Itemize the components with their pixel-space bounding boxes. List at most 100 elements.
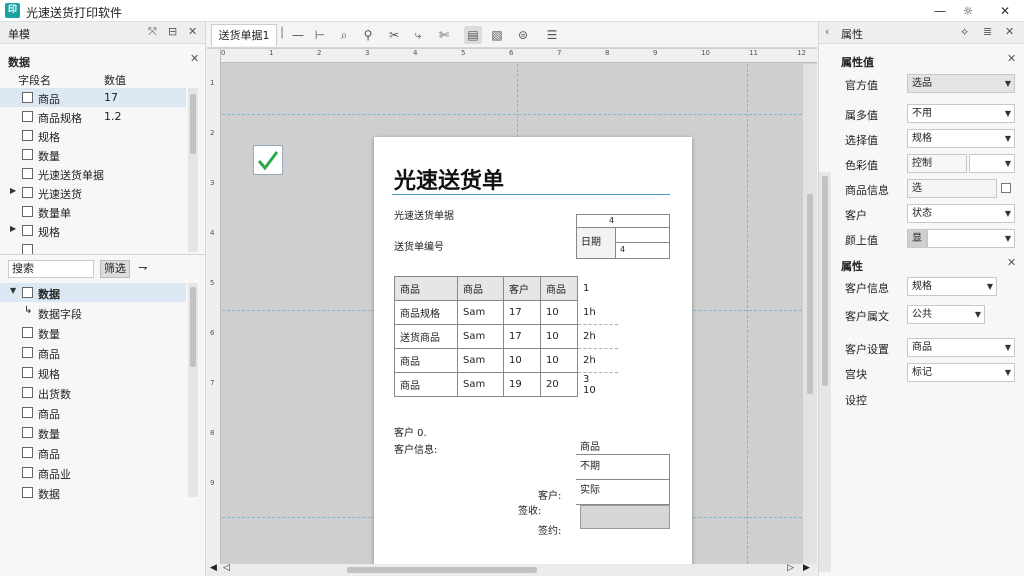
table-header-cell[interactable]: 1 <box>577 276 618 301</box>
layout-icon[interactable]: ▤ <box>464 26 482 44</box>
zoom-icon[interactable]: ⌕ <box>335 26 353 44</box>
scroll-right-icon[interactable]: ▶ <box>803 563 810 573</box>
checkbox[interactable] <box>22 347 33 358</box>
close-section-icon[interactable]: ✕ <box>1007 256 1016 269</box>
menu-icon[interactable]: ≣ <box>983 25 992 38</box>
pen-icon[interactable]: ⤷ <box>409 26 427 44</box>
delivery-number-label[interactable]: 送货单编号 <box>394 238 444 253</box>
checkbox[interactable] <box>22 225 33 236</box>
table-cell[interactable]: 商品规格 <box>394 300 458 325</box>
document-subtitle[interactable]: 光速送货单据 <box>394 207 454 222</box>
checkbox[interactable] <box>22 130 33 141</box>
table-cell[interactable]: Sam <box>457 348 504 373</box>
table-cell[interactable]: 17 <box>503 324 541 349</box>
properties-scrollbar[interactable] <box>819 172 831 572</box>
table-row[interactable]: 商品 Sam 10 10 2h <box>394 348 618 373</box>
tree-row[interactable]: 数据 <box>0 483 186 502</box>
pin-icon[interactable]: ⤧ <box>148 25 157 39</box>
tree-row[interactable]: 商品业 <box>0 463 186 482</box>
filter-button[interactable]: 筛选 <box>100 260 130 278</box>
sign-label[interactable]: 签收: <box>518 502 541 517</box>
customer-info-label[interactable]: 客户信息: <box>394 441 437 456</box>
property-dropdown[interactable]: 选品 ▼ <box>907 74 1015 93</box>
table-cell[interactable]: 商品 <box>394 372 458 397</box>
tree-row[interactable]: 商品 <box>0 443 186 462</box>
property-color[interactable]: 控制 <box>907 154 967 173</box>
pin-icon[interactable]: ⟡ <box>961 25 968 39</box>
search-input[interactable]: 搜索 <box>8 260 94 278</box>
right-box-row[interactable]: 实际 <box>576 479 670 505</box>
property-color[interactable]: 显 <box>907 229 927 248</box>
table-header-cell[interactable]: 客户 <box>503 276 541 301</box>
minimize-button[interactable]: — <box>925 2 955 20</box>
table-cell[interactable]: 10 <box>540 348 578 373</box>
property-input[interactable]: 选 <box>907 179 997 198</box>
checkbox[interactable] <box>22 467 33 478</box>
signature-box[interactable] <box>580 505 670 529</box>
tree-row[interactable]: 商品 <box>0 343 186 362</box>
data-row[interactable]: ▶ 光速送货 <box>0 183 186 202</box>
checkbox[interactable] <box>22 327 33 338</box>
table-header-cell[interactable]: 商品 <box>540 276 578 301</box>
table-header-cell[interactable]: 商品 <box>457 276 504 301</box>
collapse-arrow-icon[interactable]: ▼ <box>10 286 16 295</box>
close-panel-icon[interactable]: ✕ <box>188 25 197 38</box>
list-icon[interactable]: ☰ <box>543 26 561 44</box>
document-title[interactable]: 光速送货单 <box>394 163 504 195</box>
checkbox[interactable] <box>22 487 33 498</box>
data-scrollbar[interactable] <box>188 88 198 252</box>
table-header-cell[interactable]: 商品 <box>394 276 458 301</box>
tab-document[interactable]: 送货单据1 <box>211 24 277 46</box>
line-v-icon[interactable]: ⊢ <box>311 26 329 44</box>
property-dropdown[interactable]: 不用 ▼ <box>907 104 1015 123</box>
right-box-title[interactable]: 商品 <box>580 438 600 453</box>
close-panel-icon[interactable]: ✕ <box>1005 25 1014 38</box>
customer-label[interactable]: 客户 0. <box>394 424 427 439</box>
checkbox[interactable] <box>22 92 33 103</box>
scroll-left-icon[interactable]: ◁ <box>223 563 230 573</box>
data-row[interactable]: 商品 17 <box>0 88 186 107</box>
line-h-icon[interactable]: — <box>289 26 307 44</box>
data-row[interactable]: 商品规格 1.2 <box>0 107 186 126</box>
cut-icon[interactable]: ✂ <box>385 26 403 44</box>
table-cell[interactable]: 商品 <box>394 348 458 373</box>
property-dropdown[interactable]: ▼ <box>969 154 1015 173</box>
tree-scrollbar[interactable] <box>188 283 198 497</box>
data-row[interactable]: 光速送货单据 <box>0 164 186 183</box>
date-num-cell[interactable]: 4 <box>615 242 670 259</box>
checkbox[interactable] <box>22 427 33 438</box>
property-dropdown[interactable]: ▼ <box>927 229 1015 248</box>
sign-label[interactable]: 签约: <box>538 522 561 537</box>
checkbox[interactable] <box>22 287 33 298</box>
tree-row[interactable]: ↳ 数据字段 <box>0 303 186 322</box>
expand-arrow-icon[interactable]: ▶ <box>10 186 16 195</box>
property-dropdown[interactable]: 规格 ▼ <box>907 277 997 296</box>
table-cell[interactable]: 10 <box>540 324 578 349</box>
checkbox[interactable] <box>22 149 33 160</box>
scroll-left-icon[interactable]: ◀ <box>210 563 217 573</box>
checkbox[interactable] <box>1001 183 1011 193</box>
scroll-right-icon[interactable]: ▷ <box>787 563 794 573</box>
table-cell[interactable]: Sam <box>457 300 504 325</box>
table-row[interactable]: 商品规格 Sam 17 10 1h <box>394 300 618 325</box>
data-row[interactable]: 规格 <box>0 126 186 145</box>
table-row[interactable]: 商品 Sam 19 20 3 10 <box>394 372 618 397</box>
collapse-icon[interactable]: ⊟ <box>168 25 177 38</box>
checkbox[interactable] <box>22 367 33 378</box>
items-table[interactable]: 商品 商品 客户 商品 1 商品规格 Sam 17 10 1h 送货商品 Sam… <box>394 276 618 397</box>
right-box-row[interactable]: 不期 <box>576 454 670 480</box>
date-value-cell[interactable] <box>615 227 670 243</box>
document-page[interactable]: 光速送货单 光速送货单据 送货单编号 4 日期 4 商品 商品 客户 商品 1 … <box>374 137 692 572</box>
close-button[interactable]: ✕ <box>990 2 1020 20</box>
print-icon[interactable]: ⊜ <box>514 26 532 44</box>
data-row[interactable]: 数量 <box>0 145 186 164</box>
table-row[interactable]: 送货商品 Sam 17 10 2h <box>394 324 618 349</box>
table-cell[interactable]: Sam <box>457 324 504 349</box>
table-cell[interactable]: 20 <box>540 372 578 397</box>
checkmark-image-icon[interactable] <box>253 145 283 175</box>
tree-row[interactable]: ▼ 数据 <box>0 283 186 302</box>
expand-arrow-icon[interactable]: ▶ <box>10 224 16 233</box>
settings-icon[interactable]: ☼ <box>953 2 983 20</box>
close-tab-icon[interactable]: │ <box>279 28 285 39</box>
property-dropdown[interactable]: 公共 ▼ <box>907 305 985 324</box>
